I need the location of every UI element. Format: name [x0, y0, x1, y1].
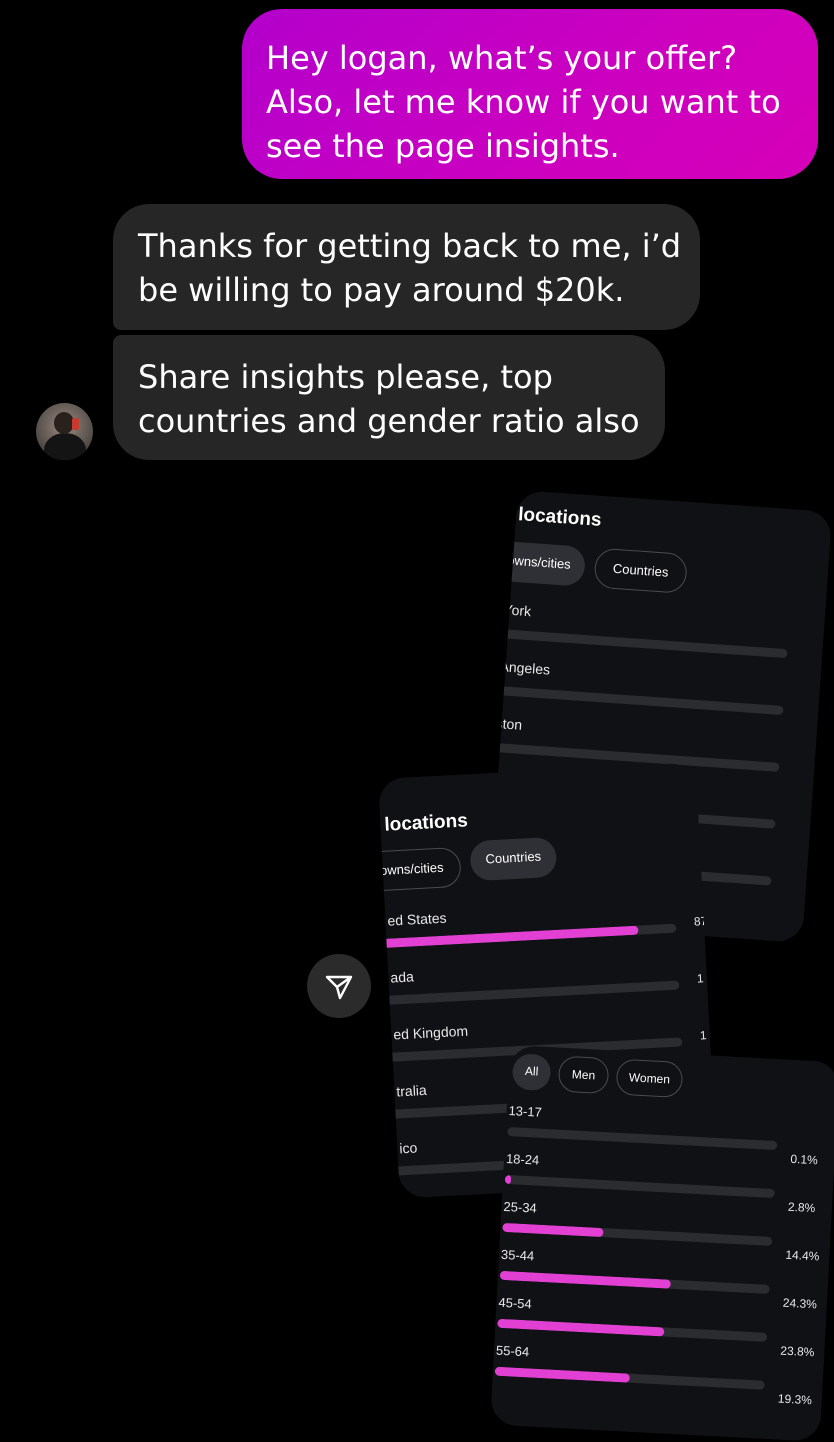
city-label: Angeles	[499, 658, 551, 677]
message-line: Thanks for getting back to me, i’d	[138, 224, 676, 268]
tab-women[interactable]: Women	[616, 1059, 684, 1098]
tab-all[interactable]: All	[512, 1053, 552, 1091]
avatar-body	[44, 433, 86, 460]
reply-send-icon	[323, 970, 355, 1002]
age-bar-track	[495, 1367, 765, 1390]
sent-message-bubble[interactable]: Hey logan, what’s your offer? Also, let …	[242, 9, 818, 179]
avatar-head	[54, 412, 74, 434]
insights-screenshot-age[interactable]: All Men Women 13-17 0.1% 18-24 2.8% 25-34 14.4%…	[490, 1045, 834, 1442]
age-bar-track	[505, 1175, 775, 1198]
age-bar-fill	[502, 1223, 603, 1237]
age-bar-track	[497, 1319, 767, 1342]
country-label: ico	[399, 1139, 418, 1156]
city-label: ston	[495, 715, 523, 733]
age-range-label: 18-24	[506, 1151, 540, 1168]
age-percent: 14.4%	[785, 1248, 820, 1264]
city-bar-track	[488, 628, 788, 658]
age-bar-track	[507, 1127, 777, 1150]
message-line: see the page insights.	[266, 124, 794, 168]
tab-men[interactable]: Men	[558, 1056, 610, 1095]
message-line: Also, let me know if you want to	[266, 80, 794, 124]
message-line: be willing to pay around $20k.	[138, 268, 676, 312]
country-label: tralia	[396, 1082, 427, 1100]
country-label: ada	[390, 968, 414, 985]
age-percent: 24.3%	[783, 1296, 818, 1312]
avatar[interactable]	[36, 403, 93, 460]
age-range-label: 25-34	[503, 1199, 537, 1216]
country-percent: 1	[697, 971, 704, 985]
received-message-bubble[interactable]: Share insights please, top countries and…	[113, 335, 665, 460]
age-percent: 23.8%	[780, 1344, 815, 1360]
age-bar-fill	[495, 1367, 631, 1383]
card-title: locations	[517, 504, 602, 532]
age-percent: 0.1%	[790, 1152, 818, 1167]
age-range-label: 13-17	[508, 1103, 542, 1120]
city-label: York	[503, 601, 532, 619]
message-line: Share insights please, top	[138, 355, 641, 399]
tab-label: Women	[629, 1070, 671, 1086]
age-bar-fill	[505, 1175, 511, 1184]
message-line: Hey logan, what’s your offer?	[266, 36, 794, 80]
age-bar-track	[502, 1223, 772, 1246]
age-bar-fill	[497, 1319, 664, 1337]
received-message-bubble[interactable]: Thanks for getting back to me, i’d be wi…	[113, 204, 700, 330]
tab-countries[interactable]: Countries	[593, 548, 688, 594]
tab-label: owns/cities	[507, 552, 571, 571]
age-percent: 19.3%	[777, 1392, 812, 1408]
tab-label: Men	[572, 1067, 596, 1082]
age-range-label: 55-64	[496, 1343, 530, 1360]
tab-label: Countries	[612, 561, 669, 580]
country-percent: 1	[699, 1028, 706, 1042]
city-bar-track	[488, 685, 784, 715]
country-bar-track	[380, 924, 676, 948]
reply-button[interactable]	[307, 954, 371, 1018]
tab-label: Countries	[485, 849, 541, 867]
country-label: ed States	[387, 910, 447, 929]
tab-towns-cities[interactable]: owns/cities	[492, 540, 587, 586]
message-line: countries and gender ratio also	[138, 399, 641, 443]
age-percent: 2.8%	[788, 1200, 816, 1215]
tab-towns-cities[interactable]: owns/cities	[378, 847, 462, 892]
tab-label: All	[525, 1064, 539, 1079]
age-range-label: 35-44	[501, 1247, 535, 1264]
age-bar-track	[500, 1271, 770, 1294]
card-title: locations	[378, 810, 468, 837]
country-label: ed Kingdom	[393, 1023, 468, 1043]
age-range-label: 45-54	[498, 1295, 532, 1312]
country-bar-track	[383, 981, 679, 1005]
card-title-text: locations	[384, 810, 468, 835]
age-bar-fill	[500, 1271, 671, 1289]
avatar-phone	[72, 418, 79, 430]
tab-countries[interactable]: Countries	[469, 837, 557, 881]
tab-label: owns/cities	[380, 860, 444, 878]
country-bar-fill	[380, 926, 638, 948]
